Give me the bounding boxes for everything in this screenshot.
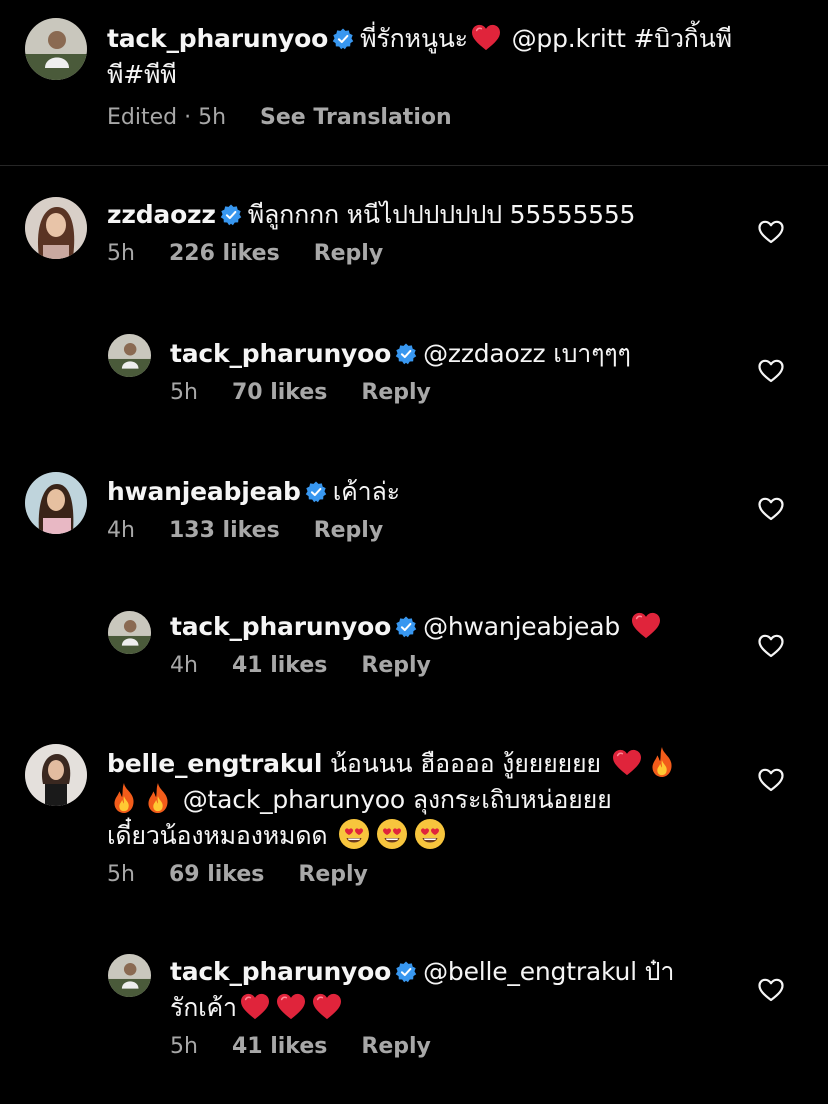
reply-button[interactable]: Reply [361,1034,431,1059]
avatar-tack-pharunyoo[interactable] [108,611,151,654]
caption-text: พี่รักหนูนะ [360,24,468,53]
red-heart-emoji-icon [471,24,501,52]
avatar-tack-pharunyoo[interactable] [108,954,151,997]
fire-emoji-icon [144,782,172,814]
heart-outline-icon[interactable] [758,359,784,383]
red-heart-emoji-icon [312,993,342,1021]
heart-outline-icon[interactable] [758,497,784,521]
reply-text[interactable]: @hwanjeabjeab [423,612,620,641]
comment-time: 5h [107,241,135,266]
comment-body: belle_engtrakul น้อนนน ฮืออออ งู้ยยยยยย … [107,746,748,887]
verified-badge-icon [395,616,417,638]
comment-time: 4h [107,518,135,543]
comment-username[interactable]: zzdaozz [107,200,216,229]
reply-body: tack_pharunyoo @belle_engtrakul ป๋า รักเค… [170,954,748,1059]
comment-likes[interactable]: 133 likes [169,518,280,543]
avatar-tack-pharunyoo[interactable] [108,334,151,377]
comment-body: hwanjeabjeab เค้าล่ะ 4h 133 likes Reply [107,474,748,543]
caption-username[interactable]: tack_pharunyoo [107,24,328,53]
fire-emoji-icon [648,746,676,778]
verified-badge-icon [305,481,327,503]
reply-username[interactable]: tack_pharunyoo [170,612,391,641]
avatar-tack-pharunyoo[interactable] [25,18,87,80]
red-heart-emoji-icon [240,993,270,1021]
reply-body: tack_pharunyoo @hwanjeabjeab 4h 41 likes … [170,609,748,678]
verified-badge-icon [220,204,242,226]
red-heart-emoji-icon [612,749,642,777]
reply-time: 4h [170,653,198,678]
heart-eyes-emoji-icon [376,818,408,850]
heart-outline-icon[interactable] [758,634,784,658]
reply-button[interactable]: Reply [361,653,431,678]
caption-edited-time: Edited · 5h [107,105,227,130]
caption-text-line2[interactable]: พี#พีพี [107,60,177,89]
comment-text-mention[interactable]: @tack_pharunyoo ลุงกระเถิบหน่อยยย [183,785,612,814]
reply-time: 5h [170,380,198,405]
reply-text: @zzdaozz เบาๆๆๆ [423,339,631,368]
heart-outline-icon[interactable] [758,768,784,792]
comment-username[interactable]: belle_engtrakul [107,749,322,778]
red-heart-emoji-icon [276,993,306,1021]
comment-body: zzdaozz พีลูกกกก หนีไปปปปปปป 55555555 5h … [107,197,748,266]
reply-username[interactable]: tack_pharunyoo [170,957,391,986]
verified-badge-icon [332,28,354,50]
post-caption: tack_pharunyoo พี่รักหนูนะ @pp.kritt #บิว… [0,0,828,166]
comment-likes[interactable]: 226 likes [169,241,280,266]
heart-outline-icon[interactable] [758,978,784,1002]
reply-likes[interactable]: 41 likes [232,653,327,678]
avatar-zzdaozz[interactable] [25,197,87,259]
fire-emoji-icon [110,782,138,814]
heart-outline-icon[interactable] [758,220,784,244]
verified-badge-icon [395,343,417,365]
reply-button[interactable]: Reply [298,862,368,887]
reply-button[interactable]: Reply [314,518,384,543]
avatar-hwanjeabjeab[interactable] [25,472,87,534]
reply-likes[interactable]: 70 likes [232,380,327,405]
heart-eyes-emoji-icon [414,818,446,850]
comment-text: น้อนนน ฮืออออ งู้ยยยยยย [330,749,601,778]
comment-text-line3: เดี๋ยวน้องหมองหมดด [107,821,328,850]
caption-body: tack_pharunyoo พี่รักหนูนะ @pp.kritt #บิว… [107,21,748,130]
reply-button[interactable]: Reply [361,380,431,405]
comment-likes[interactable]: 69 likes [169,862,264,887]
reply-button[interactable]: Reply [314,241,384,266]
comment-text: เค้าล่ะ [332,477,400,506]
reply-text[interactable]: @belle_engtrakul ป๋า [423,957,674,986]
reply-username[interactable]: tack_pharunyoo [170,339,391,368]
red-heart-emoji-icon [631,612,661,640]
comment-username[interactable]: hwanjeabjeab [107,477,301,506]
reply-text-line2: รักเค้า [170,993,237,1022]
heart-eyes-emoji-icon [338,818,370,850]
reply-time: 5h [170,1034,198,1059]
see-translation-button[interactable]: See Translation [260,105,452,130]
caption-text-mention[interactable]: @pp.kritt #บิวกิ้นพี [512,24,733,53]
reply-body: tack_pharunyoo @zzdaozz เบาๆๆๆ 5h 70 like… [170,336,748,405]
verified-badge-icon [395,961,417,983]
comment-time: 5h [107,862,135,887]
reply-likes[interactable]: 41 likes [232,1034,327,1059]
comment-text: พีลูกกกก หนีไปปปปปปป 55555555 [247,200,636,229]
avatar-belle-engtrakul[interactable] [25,744,87,806]
